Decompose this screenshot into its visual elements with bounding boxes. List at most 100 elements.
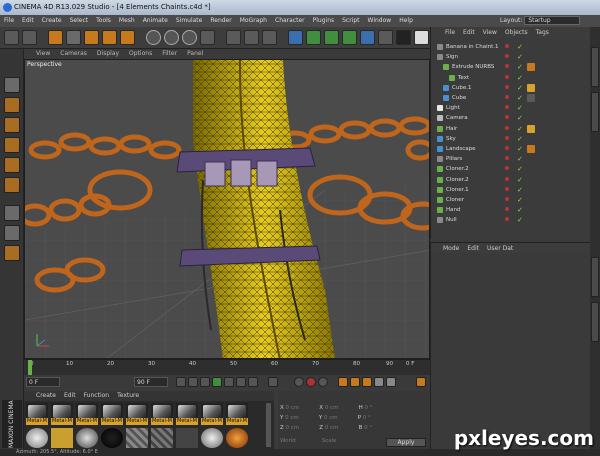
material-swatch[interactable]: Metal-M	[26, 403, 48, 425]
enabled-check-icon[interactable]: ✓	[517, 83, 523, 93]
menu-tools[interactable]: Tools	[92, 15, 115, 27]
size-x-field[interactable]: 0 cm	[325, 405, 357, 411]
play-icon[interactable]	[212, 377, 222, 387]
side-tab[interactable]	[591, 92, 599, 132]
side-tab[interactable]	[591, 47, 599, 87]
position-x-field[interactable]: 0 cm	[286, 405, 318, 411]
visibility-dot-icon[interactable]	[505, 197, 509, 201]
visibility-dot-icon[interactable]	[505, 44, 509, 48]
render-picture-viewer-icon[interactable]	[244, 30, 259, 45]
enabled-check-icon[interactable]: ✓	[517, 164, 523, 174]
material-swatch[interactable]: Metal-M	[76, 403, 98, 425]
material-preview[interactable]	[176, 428, 198, 448]
visibility-dot-icon[interactable]	[505, 207, 509, 212]
object-row[interactable]: Cloner ✓	[431, 195, 591, 205]
cube-primitive-icon[interactable]	[288, 30, 303, 45]
texture-mode-icon[interactable]	[4, 117, 20, 133]
visibility-dot-icon[interactable]	[505, 176, 509, 181]
material-tag-icon[interactable]	[527, 83, 535, 92]
go-to-start-icon[interactable]	[176, 377, 186, 387]
enabled-check-icon[interactable]: ✓	[517, 215, 523, 225]
record-active-icon[interactable]	[294, 377, 304, 387]
material-tag-icon[interactable]	[527, 145, 535, 153]
menu-window[interactable]: Window	[364, 15, 396, 27]
scale-key-icon[interactable]	[350, 377, 360, 387]
enabled-check-icon[interactable]: ✓	[517, 134, 523, 144]
viewport-menu-cameras[interactable]: Cameras	[55, 49, 92, 59]
x-axis-icon[interactable]	[146, 30, 161, 45]
material-swatch[interactable]: Metal-M	[226, 403, 248, 425]
recent-tools-icon[interactable]	[120, 30, 135, 45]
menu-help[interactable]: Help	[395, 15, 417, 27]
object-row[interactable]: Hand ✓	[431, 205, 591, 215]
enabled-check-icon[interactable]: ✓	[517, 185, 523, 195]
material-swatch[interactable]: Metal-M	[201, 403, 223, 425]
light-icon[interactable]	[414, 30, 429, 45]
enabled-check-icon[interactable]: ✓	[517, 42, 523, 52]
material-preview[interactable]	[51, 428, 73, 448]
move-tool-icon[interactable]	[66, 30, 81, 45]
parameter-key-icon[interactable]	[374, 377, 384, 387]
keyframe-selection-icon[interactable]	[318, 377, 328, 387]
coordinate-system-icon[interactable]	[200, 30, 215, 45]
coord-system-dropdown[interactable]: World	[280, 438, 320, 444]
nurbs-icon[interactable]	[324, 30, 339, 45]
y-axis-icon[interactable]	[164, 30, 179, 45]
menu-create[interactable]: Create	[38, 15, 66, 27]
material-preview[interactable]	[151, 428, 173, 448]
visibility-dot-icon[interactable]	[505, 84, 509, 89]
material-tag-icon[interactable]	[527, 63, 535, 72]
redo-icon[interactable]	[22, 30, 37, 45]
z-axis-icon[interactable]	[182, 30, 197, 45]
object-row[interactable]: Sign ✓	[431, 52, 591, 62]
object-row[interactable]: Null ✓	[431, 215, 591, 225]
rotation-key-icon[interactable]	[362, 377, 372, 387]
scene-icon[interactable]	[378, 30, 393, 45]
material-tag-icon[interactable]	[527, 124, 535, 133]
visibility-dot-icon[interactable]	[505, 105, 509, 110]
spline-pen-icon[interactable]	[306, 30, 321, 45]
edges-mode-icon[interactable]	[4, 157, 20, 173]
material-swatch[interactable]: Metal-M	[51, 403, 73, 425]
visibility-dot-icon[interactable]	[505, 115, 509, 120]
material-menu-create[interactable]: Create	[24, 391, 60, 401]
object-row[interactable]: Cloner.2 ✓	[431, 164, 591, 174]
object-row[interactable]: Camera ✓	[431, 113, 591, 123]
visibility-dot-icon[interactable]	[505, 54, 509, 59]
visibility-dot-icon[interactable]	[505, 74, 509, 79]
menu-plugins[interactable]: Plugins	[309, 15, 339, 27]
previous-frame-icon[interactable]	[200, 377, 210, 387]
menu-file[interactable]: File	[0, 15, 18, 27]
go-to-end-icon[interactable]	[248, 377, 258, 387]
material-preview[interactable]	[126, 428, 148, 448]
visibility-dot-icon[interactable]	[505, 135, 509, 140]
material-preview[interactable]	[76, 428, 98, 448]
material-menu-texture[interactable]: Texture	[113, 391, 143, 401]
enabled-check-icon[interactable]: ✓	[517, 52, 523, 62]
material-tag-icon[interactable]	[527, 94, 535, 102]
loop-icon[interactable]	[268, 377, 278, 387]
enabled-check-icon[interactable]: ✓	[517, 144, 523, 154]
pla-key-icon[interactable]	[386, 377, 396, 387]
rotation-p-field[interactable]: 0 °	[363, 415, 371, 421]
object-menu-tags[interactable]: Tags	[532, 27, 553, 39]
object-row[interactable]: Cloner.2 ✓	[431, 175, 591, 185]
points-mode-icon[interactable]	[4, 137, 20, 153]
previous-key-icon[interactable]	[188, 377, 198, 387]
camera-icon[interactable]	[396, 30, 411, 45]
material-swatch[interactable]: Metal-M	[151, 403, 173, 425]
enabled-check-icon[interactable]: ✓	[517, 195, 523, 205]
object-row[interactable]: Pillars ✓	[431, 154, 591, 164]
scale-tool-icon[interactable]	[84, 30, 99, 45]
enabled-check-icon[interactable]: ✓	[517, 93, 523, 103]
deformer-icon[interactable]	[360, 30, 375, 45]
object-row[interactable]: Sky ✓	[431, 134, 591, 144]
visibility-dot-icon[interactable]	[505, 64, 509, 69]
snapping-icon[interactable]	[4, 225, 20, 241]
enabled-check-icon[interactable]: ✓	[517, 205, 523, 215]
material-menu-edit[interactable]: Edit	[60, 391, 80, 401]
material-preview[interactable]	[101, 428, 123, 448]
coord-scale-dropdown[interactable]: Scale	[322, 438, 362, 444]
menu-simulate[interactable]: Simulate	[172, 15, 207, 27]
start-frame-field[interactable]: 0 F	[26, 377, 60, 387]
